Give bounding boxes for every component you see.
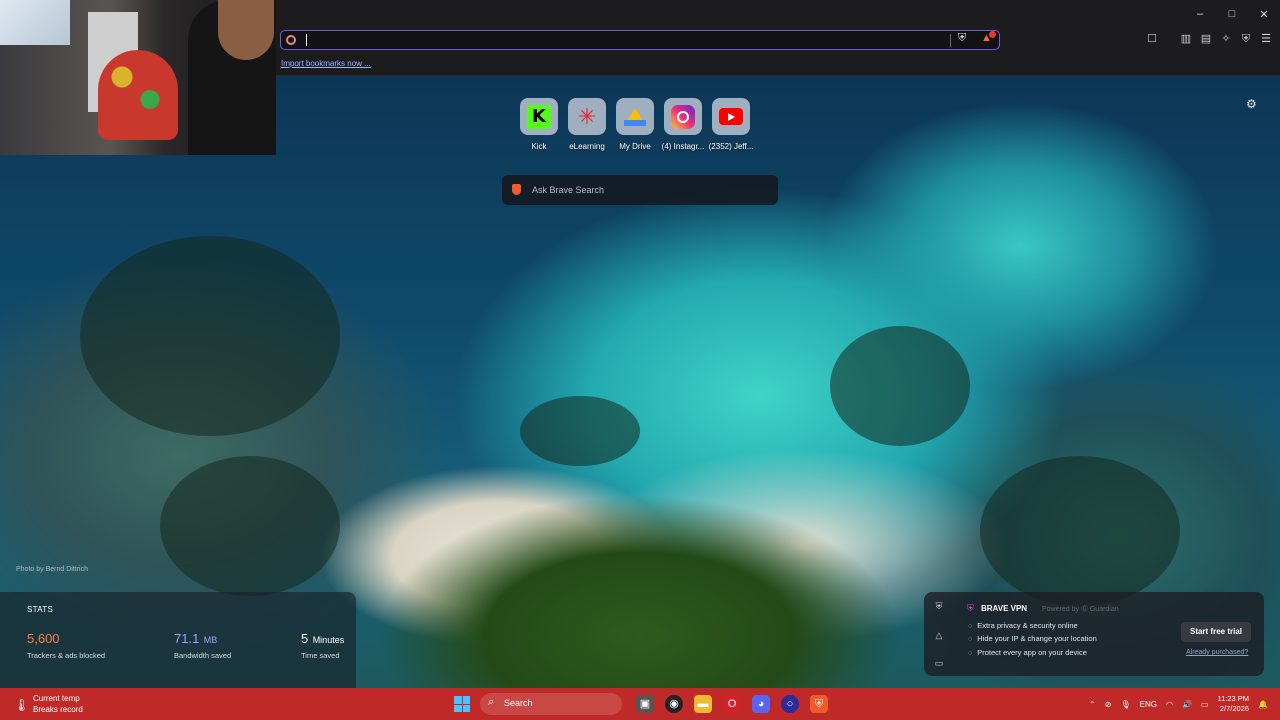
discord-icon[interactable]: ◕ [752, 695, 770, 713]
network-icon[interactable]: ⊘ [1105, 700, 1112, 709]
search-engine-icon[interactable] [286, 35, 296, 45]
elearning-icon: ✳ [577, 103, 597, 129]
brave-vpn-card: ⛨ △ ▭ ⛨ BRAVE VPN Powered by Ⓖ Guardian … [924, 592, 1264, 676]
maximize-button[interactable]: □ [1216, 0, 1248, 28]
top-site-label: (4) Instagr... [661, 142, 705, 151]
app-icon[interactable]: ○ [781, 695, 799, 713]
close-button[interactable]: ✕ [1248, 0, 1280, 28]
vpn-logo-icon: ⛨ [967, 603, 974, 613]
brave-search-box[interactable]: Ask Brave Search [502, 175, 778, 205]
file-explorer-icon[interactable]: ▬ [694, 695, 712, 713]
obs-icon[interactable]: ◉ [665, 695, 683, 713]
vpn-feature: Extra privacy & security online [968, 621, 1077, 630]
import-bookmarks-link[interactable]: Import bookmarks now ... [281, 59, 371, 68]
minimize-button[interactable]: – [1184, 0, 1216, 28]
youtube-icon [719, 108, 743, 125]
vpn-shield-icon[interactable]: ⛨ [934, 601, 944, 612]
photo-credit[interactable]: Photo by Bernd Dittrich [16, 566, 88, 573]
vpn-powered-by: Powered by Ⓖ Guardian [1042, 606, 1119, 613]
search-placeholder: Ask Brave Search [532, 185, 605, 195]
customize-gear-icon[interactable]: ⚙ [1246, 97, 1257, 111]
microphone-icon[interactable]: 🎙 [1120, 700, 1130, 709]
vpn-feature: Hide your IP & change your location [968, 634, 1097, 643]
top-site-youtube[interactable]: (2352) Jeff... [709, 98, 753, 151]
brave-browser-icon[interactable]: ⛨ [810, 695, 828, 713]
task-view-icon[interactable]: ▣ [636, 695, 654, 713]
window-controls: – □ ✕ [1184, 0, 1280, 28]
kick-icon: K [527, 104, 551, 129]
drive-icon [624, 107, 646, 126]
pinned-apps: ▣ ◉ ▬ O ◕ ○ ⛨ [636, 695, 828, 713]
stat-unit: Minutes [312, 635, 345, 645]
wifi-icon[interactable]: ◠ [1166, 700, 1173, 709]
clock-time: 11:23 PM [1217, 694, 1250, 703]
notification-bell-icon[interactable]: 🔔 [1258, 700, 1268, 709]
top-site-label: Kick [531, 142, 547, 151]
stat-value: 5 [301, 631, 309, 646]
stat-value: 71.1 [174, 631, 200, 646]
stat-value: 5,600 [27, 631, 60, 646]
text-caret [306, 34, 307, 46]
stat-label: Trackers & ads blocked [27, 651, 106, 660]
stat-label: Time saved [301, 651, 340, 660]
top-site-label: eLearning [569, 142, 605, 151]
stat-unit: MB [203, 635, 218, 645]
search-icon: ⌕ [488, 696, 495, 708]
volume-icon[interactable]: 🔊 [1182, 700, 1192, 709]
top-site-instagram[interactable]: (4) Instagr... [661, 98, 705, 151]
thermometer-icon: 🌡 [14, 698, 30, 712]
stat-trackers: 5,600 Trackers & ads blocked [27, 630, 105, 660]
windows-taskbar: 🌡 Current temp Breaks record ⌕ Search ▣ … [0, 688, 1280, 720]
language-indicator[interactable]: ENG [1140, 700, 1157, 709]
stat-label: Bandwidth saved [174, 651, 232, 660]
weather-subtitle: Breaks record [33, 705, 83, 714]
windows-start-button[interactable] [454, 696, 470, 712]
instagram-icon [671, 104, 695, 129]
top-sites: K Kick ✳ eLearning My Drive (4) Instagr.… [520, 98, 753, 151]
top-site-label: (2352) Jeff... [708, 142, 754, 151]
system-tray: ⌃ ⊘ 🎙 ENG ◠ 🔊 ▭ 11:23 PM 2/7/2026 🔔 [1089, 688, 1268, 720]
person-with-patterned-hood [98, 50, 178, 140]
sidebar-icon[interactable]: ▥ [1180, 32, 1192, 46]
leo-icon[interactable]: ✧ [1220, 32, 1232, 46]
tab-search-icon[interactable]: ☐ [1146, 32, 1158, 46]
brave-shields-icon[interactable]: ⛨ [958, 32, 966, 45]
vpn-alert-icon[interactable]: △ [934, 630, 944, 641]
opera-icon[interactable]: O [723, 695, 741, 713]
stats-widget: STATS 5,600 Trackers & ads blocked 71.1 … [0, 592, 356, 688]
top-site-kick[interactable]: K Kick [520, 98, 558, 151]
already-purchased-link[interactable]: Already purchased? [1186, 649, 1248, 656]
address-bar-divider [950, 34, 951, 47]
stat-bandwidth: 71.1 MB Bandwidth saved [174, 630, 231, 660]
vpn-feature: Protect every app on your device [968, 648, 1087, 657]
webcam-overlay [0, 0, 276, 155]
wallet-icon[interactable]: ▤ [1200, 32, 1212, 46]
taskbar-search-label: Search [504, 698, 533, 708]
chevron-up-icon[interactable]: ⌃ [1089, 700, 1096, 709]
vpn-card-icon[interactable]: ▭ [934, 658, 944, 669]
weather-title: Current temp [33, 694, 80, 703]
clock-date: 2/7/2026 [1219, 704, 1250, 713]
vpn-icon[interactable]: ⛨ [1240, 32, 1252, 46]
address-bar[interactable]: ⛨ ▲ [280, 30, 1000, 50]
clock[interactable]: 11:23 PM 2/7/2026 [1217, 694, 1249, 714]
top-site-label: My Drive [619, 142, 651, 151]
background-monitor [0, 0, 70, 45]
brave-lion-icon [512, 184, 521, 195]
person-face [218, 0, 274, 60]
rewards-badge [989, 31, 996, 38]
top-site-elearning[interactable]: ✳ eLearning [568, 98, 606, 151]
start-free-trial-button[interactable]: Start free trial [1181, 622, 1251, 642]
battery-icon[interactable]: ▭ [1201, 700, 1209, 709]
taskbar-search[interactable]: ⌕ Search [480, 693, 622, 715]
top-site-my-drive[interactable]: My Drive [616, 98, 654, 151]
toolbar-right-icons: ☐ ▥ ▤ ✧ ⛨ ☰ [1146, 32, 1272, 46]
stat-time: 5 Minutes Time saved [301, 630, 344, 660]
vpn-title: BRAVE VPN [981, 604, 1028, 613]
stats-title: STATS [27, 605, 54, 614]
menu-icon[interactable]: ☰ [1260, 32, 1272, 46]
